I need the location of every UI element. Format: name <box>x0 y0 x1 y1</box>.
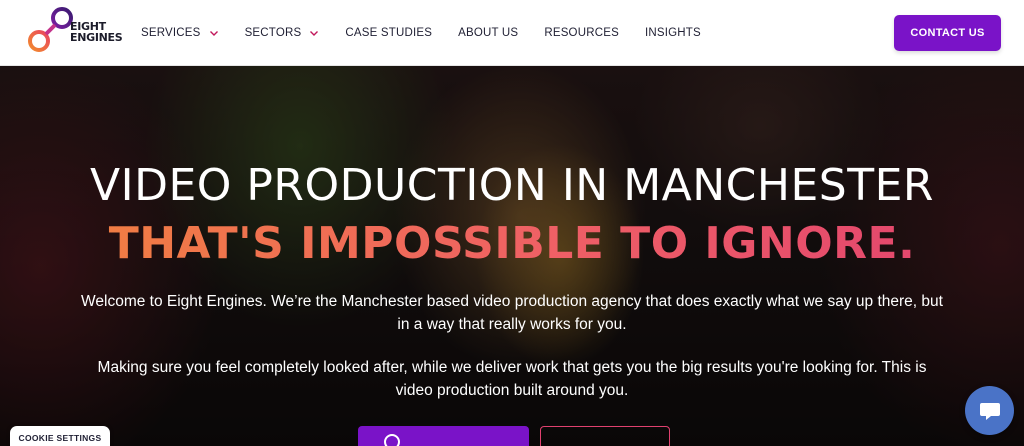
hero-subtitle: THAT'S IMPOSSIBLE TO IGNORE. <box>0 216 1024 272</box>
play-ring-icon <box>384 434 400 446</box>
nav-item-services[interactable]: SERVICES <box>141 0 219 66</box>
contact-us-button[interactable]: CONTACT US <box>894 15 1001 51</box>
nav-label: INSIGHTS <box>644 27 701 39</box>
hero-secondary-button[interactable] <box>540 426 670 446</box>
chevron-down-icon <box>310 31 319 36</box>
nav-label: SECTORS <box>244 27 302 39</box>
hero-secondary-paragraph: Making sure you feel completely looked a… <box>97 359 927 399</box>
chat-bubble-icon <box>979 402 1000 420</box>
nav-item-sectors[interactable]: SECTORS <box>245 0 320 66</box>
logo-word-2: ENGINES <box>70 31 123 44</box>
nav-label: ABOUT US <box>458 27 519 39</box>
main-nav: SERVICES SECTORS CASE STUDIES ABOUT US R… <box>141 0 727 66</box>
nav-label: CASE STUDIES <box>345 27 433 39</box>
nav-label: SERVICES <box>141 27 201 39</box>
nav-item-case-studies[interactable]: CASE STUDIES <box>345 0 432 66</box>
hero-title: VIDEO PRODUCTION IN MANCHESTER <box>90 160 934 211</box>
nav-label: RESOURCES <box>544 27 619 39</box>
cookie-settings-button[interactable]: COOKIE SETTINGS <box>10 426 110 446</box>
logo-wordmark: EIGHT ENGINES <box>70 21 123 44</box>
chat-launcher-button[interactable] <box>965 386 1014 435</box>
chevron-down-icon <box>209 31 218 36</box>
hero-intro-paragraph: Welcome to Eight Engines. We’re the Manc… <box>81 293 943 333</box>
hero-section: VIDEO PRODUCTION IN MANCHESTER THAT'S IM… <box>0 66 1024 446</box>
nav-item-resources[interactable]: RESOURCES <box>544 0 619 66</box>
logo[interactable]: EIGHT ENGINES <box>26 7 123 59</box>
nav-item-about-us[interactable]: ABOUT US <box>458 0 518 66</box>
hero-primary-button[interactable] <box>358 426 529 446</box>
site-header: EIGHT ENGINES SERVICES SECTORS CASE STUD… <box>0 0 1024 66</box>
nav-item-insights[interactable]: INSIGHTS <box>645 0 701 66</box>
